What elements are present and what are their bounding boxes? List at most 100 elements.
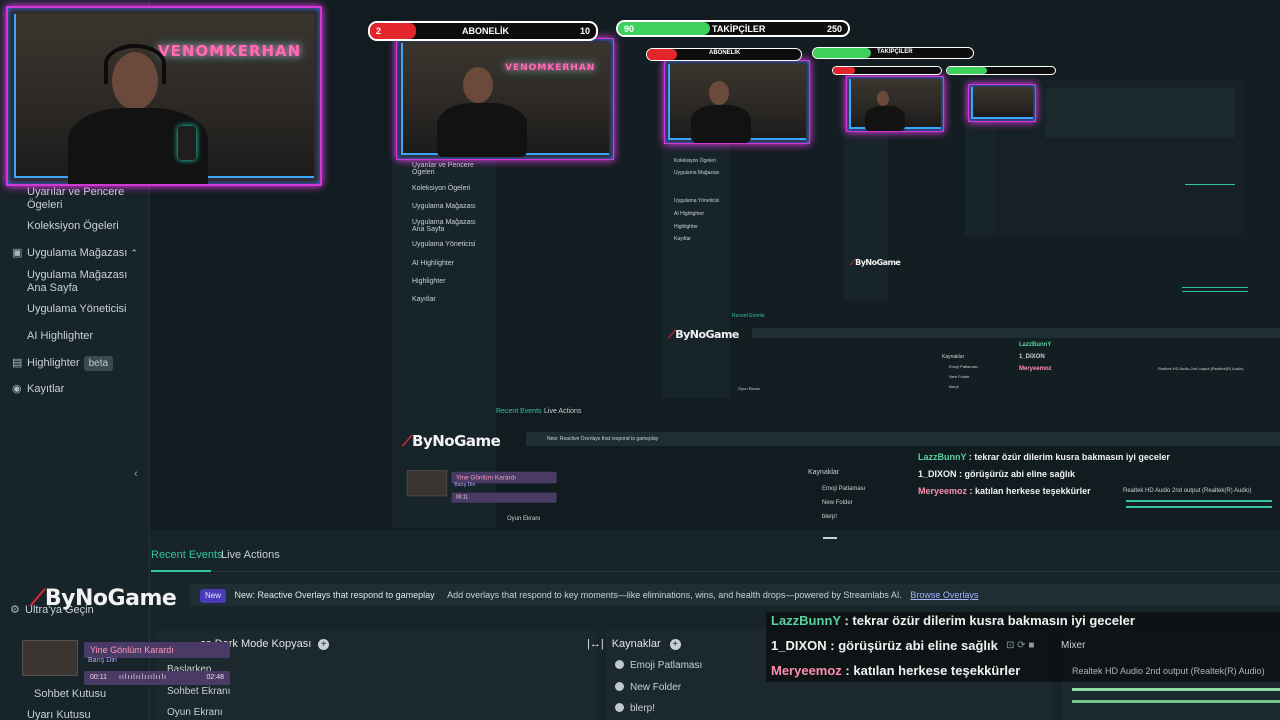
sidebar-item-app-manager[interactable]: Uygulama Yöneticisi [27,303,137,316]
sponsor-logo-4: ⟋ByNoGame [850,258,901,267]
sidebar-item-app-store[interactable]: ▣ Uygulama Mağazası ⌃ [12,247,138,260]
nested-label: Uygulama Yöneticisi [674,198,720,204]
sidebar-item-label: AI Highlighter [27,330,94,342]
collapse-sidebar-button[interactable]: ‹ [134,468,138,480]
nested-chat-line: 1_DIXON : görüşürüz abi eline sağlık [918,469,1076,479]
nested-label: Uygulama Mağazası [412,203,476,210]
nested-chat-line: LazzBunnY : tekrar özür dilerim kusra ba… [918,452,1170,462]
webcam-frame: VENOMKERHAN [6,6,322,186]
sidebar-item-alerts-widgets[interactable]: Uyarılar ve Pencere Ögeleri [27,186,137,212]
sidebar-item-collection[interactable]: Koleksiyon Ögeleri [27,220,137,233]
sidebar-item-label: Uygulama Mağazası [27,247,128,259]
nested-meter [1182,291,1248,292]
sidebar-item-recordings[interactable]: ◉ Kayıtlar [12,383,64,396]
folder-icon [615,682,624,691]
source-item[interactable]: Emoji Patlaması [615,660,702,671]
sidebar-item-highlighter[interactable]: ▤ Highlighter beta [12,356,114,371]
sidebar-item-ai-highlighter[interactable]: AI Highlighter [27,330,137,343]
logo-mark-icon: ⟋ [30,586,45,611]
chevron-up-icon: ⌃ [130,248,138,258]
sidebar-item-label: Koleksiyon Ögeleri [27,220,119,232]
ultra-icon: ⚙ [10,604,20,616]
nested-chat-user: 1_DIXON [1019,354,1045,360]
add-scene-icon[interactable]: + [318,639,330,650]
resize-handle[interactable] [823,537,837,539]
nested-label: Kayıtlar [674,236,691,242]
webcam-frame-4 [846,76,944,132]
tab-recent-events[interactable]: Recent Events [151,549,223,561]
sidebar-item-alertbox[interactable]: Uyarı Kutusu [27,709,91,720]
chat-message: : katılan herkese teşekkürler [841,663,1021,678]
sidebar-item-label: Kayıtlar [27,383,65,395]
collapse-icon[interactable]: |↔| [587,638,604,650]
nested-tab-recent: Recent Events [496,408,542,415]
streamer-face [463,67,493,103]
nested-news [752,328,1280,338]
neon-sign: VENOMKERHAN [158,42,302,60]
nested-mixer-title: Kaynaklar [808,469,840,476]
streamer-face [709,81,729,105]
nested-canvas [1045,88,1235,138]
waveform: ıılıılıılııılıılı [118,674,168,681]
tab-live-actions[interactable]: Live Actions [221,549,280,561]
source-item[interactable]: blerp! [615,703,655,714]
subscriber-goal-bar-2: 2 ABONELİK 10 [368,21,598,41]
webcam-frame-2: VENOMKERHAN [396,38,614,160]
webcam-frame-5 [968,84,1036,122]
news-banner: New New: Reactive Overlays that respond … [190,584,1280,606]
sponsor-logo-3: ⟋ByNoGame [668,328,739,341]
tab-active-indicator [151,570,211,572]
streamer-body [865,106,905,131]
mixer-device: Realtek HD Audio 2nd output (Realtek(R) … [1072,666,1265,676]
music-widget: Yine Gönlüm Karardı Barış Diri 00:11 ııl… [18,634,230,688]
scene-item[interactable]: Oyun Ekranı [167,707,223,718]
follower-goal-bar-4 [946,66,1056,75]
sidebar-item-app-store-home[interactable]: Uygulama Mağazası Ana Sayfa [27,269,137,295]
browse-overlays-link[interactable]: Browse Overlays [910,590,978,600]
nested-tab-live: Live Actions [544,408,582,415]
sidebar-item-label: Uygulama Yöneticisi [27,303,127,315]
nested-news-text: New: Reactive Overlays that respond to g… [547,436,659,442]
globe-icon [615,703,624,712]
nested-label: Uygulama Mağazası [674,170,720,176]
nested-meter [1126,500,1272,502]
nested-meter [1182,287,1248,288]
streamer-face [112,52,158,110]
chat-message: : görüşürüz abi eline sağlık [826,638,998,653]
elapsed-time: 00:11 [90,674,107,681]
mixer-meter [1072,700,1280,703]
nested-source: blerp! [822,514,838,520]
record-icon: ◉ [12,383,22,395]
follower-goal-bar-2: 90 TAKİPÇİLER 250 [616,20,850,37]
song-title: Yine Gönlüm Karardı [84,642,230,658]
nested-label: AI Highlighter [674,211,705,217]
chat-line: Meryeemoz : katılan herkese teşekkürler [771,663,1020,678]
nested-mixer-device: Realtek HD Audio 2nd output (Realtek(R) … [1123,488,1252,494]
song-progress: 00:11 ıılıılıılııılıılı 02:48 [84,671,230,685]
nested-music-widget: Yine Gönlüm Karardı Barış Diri 00:11 [404,466,557,503]
news-headline: New: Reactive Overlays that respond to g… [234,590,435,600]
nested-label: Highlighter [412,278,446,285]
sources-title: |↔| Kaynaklar + [587,638,681,650]
streamer-body [691,105,751,143]
streamer-body [437,103,527,157]
nested-label: Uygulama Mağazası Ana Sayfa [412,219,476,233]
sidebar-item-chatbox[interactable]: Sohbet Kutusu [34,688,106,701]
news-body: Add overlays that respond to key moments… [447,590,902,600]
chat-line: LazzBunnY : tekrar özür dilerim kusra ba… [771,613,1135,628]
album-art [22,640,78,676]
chat-username: LazzBunnY [771,613,841,628]
mixer-settings-icons[interactable]: ⊡ ⟳ ■ [1006,640,1034,651]
source-item[interactable]: New Folder [615,682,681,693]
nested-meter [1185,184,1235,185]
nested-source: Emoji Patlaması [949,364,978,369]
nested-label: Koleksiyon Ögeleri [412,185,471,192]
nested-label: Kayıtlar [412,296,436,303]
add-source-icon[interactable]: + [669,639,681,650]
tab-divider [151,571,1280,572]
beta-badge: beta [83,356,114,371]
neon-sign: VENOMKERHAN [505,63,596,73]
nested-mixer-device: Realtek HD Audio 2nd output (Realtek(R) … [1158,366,1244,371]
total-time: 02:48 [206,674,224,681]
sponsor-logo: ⟋ByNoGame [30,586,177,611]
